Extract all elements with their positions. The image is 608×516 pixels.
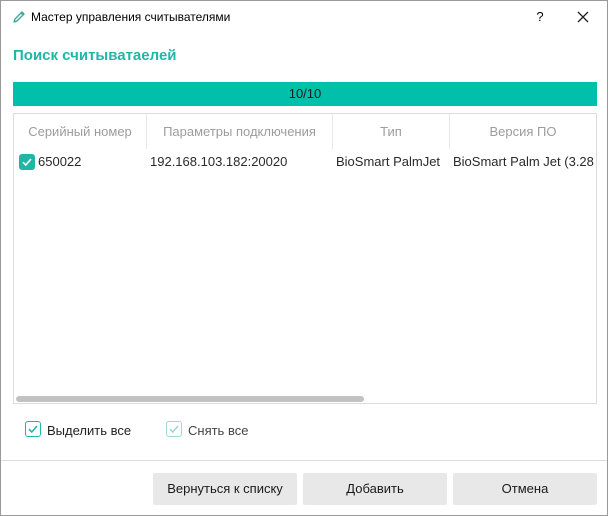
check-icon (22, 158, 32, 167)
cell-connection: 192.168.103.182:20020 (150, 154, 288, 169)
cell-type: BioSmart PalmJet (336, 154, 441, 169)
deselect-all-label: Снять все (188, 423, 249, 438)
select-all-action[interactable]: Выделить все (25, 421, 145, 439)
back-to-list-button[interactable]: Вернуться к списку (153, 473, 297, 505)
table-header: Серийный номер Параметры подключения Тип… (14, 114, 596, 149)
help-button[interactable]: ? (525, 5, 555, 29)
footer-divider (1, 460, 607, 461)
column-header-type[interactable]: Тип (333, 114, 450, 149)
column-header-serial[interactable]: Серийный номер (14, 114, 147, 149)
progress-bar: 10/10 (13, 82, 597, 106)
readers-table: Серийный номер Параметры подключения Тип… (13, 113, 597, 404)
page-title: Поиск считыватаелей (13, 47, 177, 64)
table-row[interactable]: 650022 192.168.103.182:20020 BioSmart Pa… (14, 149, 596, 175)
column-header-version[interactable]: Версия ПО (450, 114, 596, 149)
add-button[interactable]: Добавить (303, 473, 447, 505)
pencil-icon (11, 9, 27, 25)
reader-wizard-window: Мастер управления считывателями ? Поиск … (0, 0, 608, 516)
cancel-button[interactable]: Отмена (453, 473, 597, 505)
close-icon (577, 11, 589, 23)
check-icon (28, 425, 38, 434)
check-icon (169, 425, 179, 434)
deselect-all-action[interactable]: Снять все (166, 421, 266, 439)
cell-serial: 650022 (38, 154, 82, 169)
progress-text: 10/10 (288, 86, 322, 101)
title-bar: Мастер управления считывателями ? (1, 1, 607, 33)
row-checkbox[interactable] (19, 154, 35, 170)
select-all-label: Выделить все (47, 423, 132, 438)
cell-version: BioSmart Palm Jet (3.28 (453, 154, 594, 169)
deselect-all-checkbox[interactable] (166, 421, 182, 437)
window-title: Мастер управления считывателями (31, 10, 231, 24)
close-button[interactable] (567, 5, 599, 29)
column-header-connection[interactable]: Параметры подключения (147, 114, 333, 149)
select-all-checkbox[interactable] (25, 421, 41, 437)
horizontal-scrollbar[interactable] (16, 396, 364, 402)
